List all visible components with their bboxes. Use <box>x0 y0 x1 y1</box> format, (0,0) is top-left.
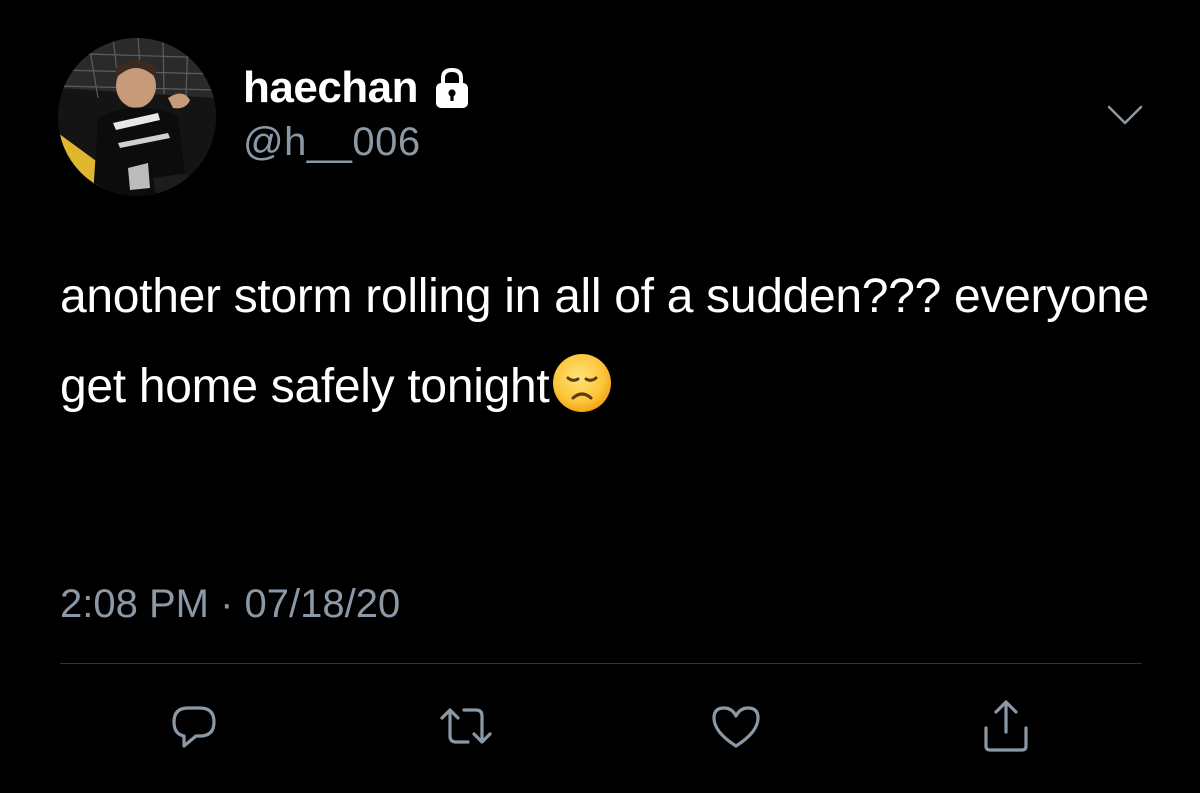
divider <box>60 663 1142 664</box>
tweet-card: haechan @h__006 another storm rolling in… <box>0 0 1200 793</box>
disappointed-face-emoji <box>551 352 613 414</box>
avatar[interactable] <box>58 38 216 196</box>
action-bar <box>0 690 1200 770</box>
reply-button[interactable] <box>164 696 224 756</box>
reply-icon <box>172 706 216 748</box>
tweet-text: another storm rolling in all of a sudden… <box>60 252 1150 432</box>
avatar-image <box>58 38 216 196</box>
like-icon <box>712 706 760 748</box>
display-name-row: haechan <box>243 60 472 116</box>
retweet-button[interactable] <box>436 696 496 756</box>
display-name[interactable]: haechan <box>243 63 419 113</box>
user-handle[interactable]: @h__006 <box>243 120 421 165</box>
lock-icon <box>432 66 472 110</box>
share-icon <box>984 700 1028 752</box>
share-button[interactable] <box>976 696 1036 756</box>
tweet-timestamp[interactable]: 2:08 PM · 07/18/20 <box>60 582 400 627</box>
chevron-down-icon[interactable] <box>1106 102 1144 128</box>
like-button[interactable] <box>706 696 766 756</box>
retweet-icon <box>440 708 492 744</box>
